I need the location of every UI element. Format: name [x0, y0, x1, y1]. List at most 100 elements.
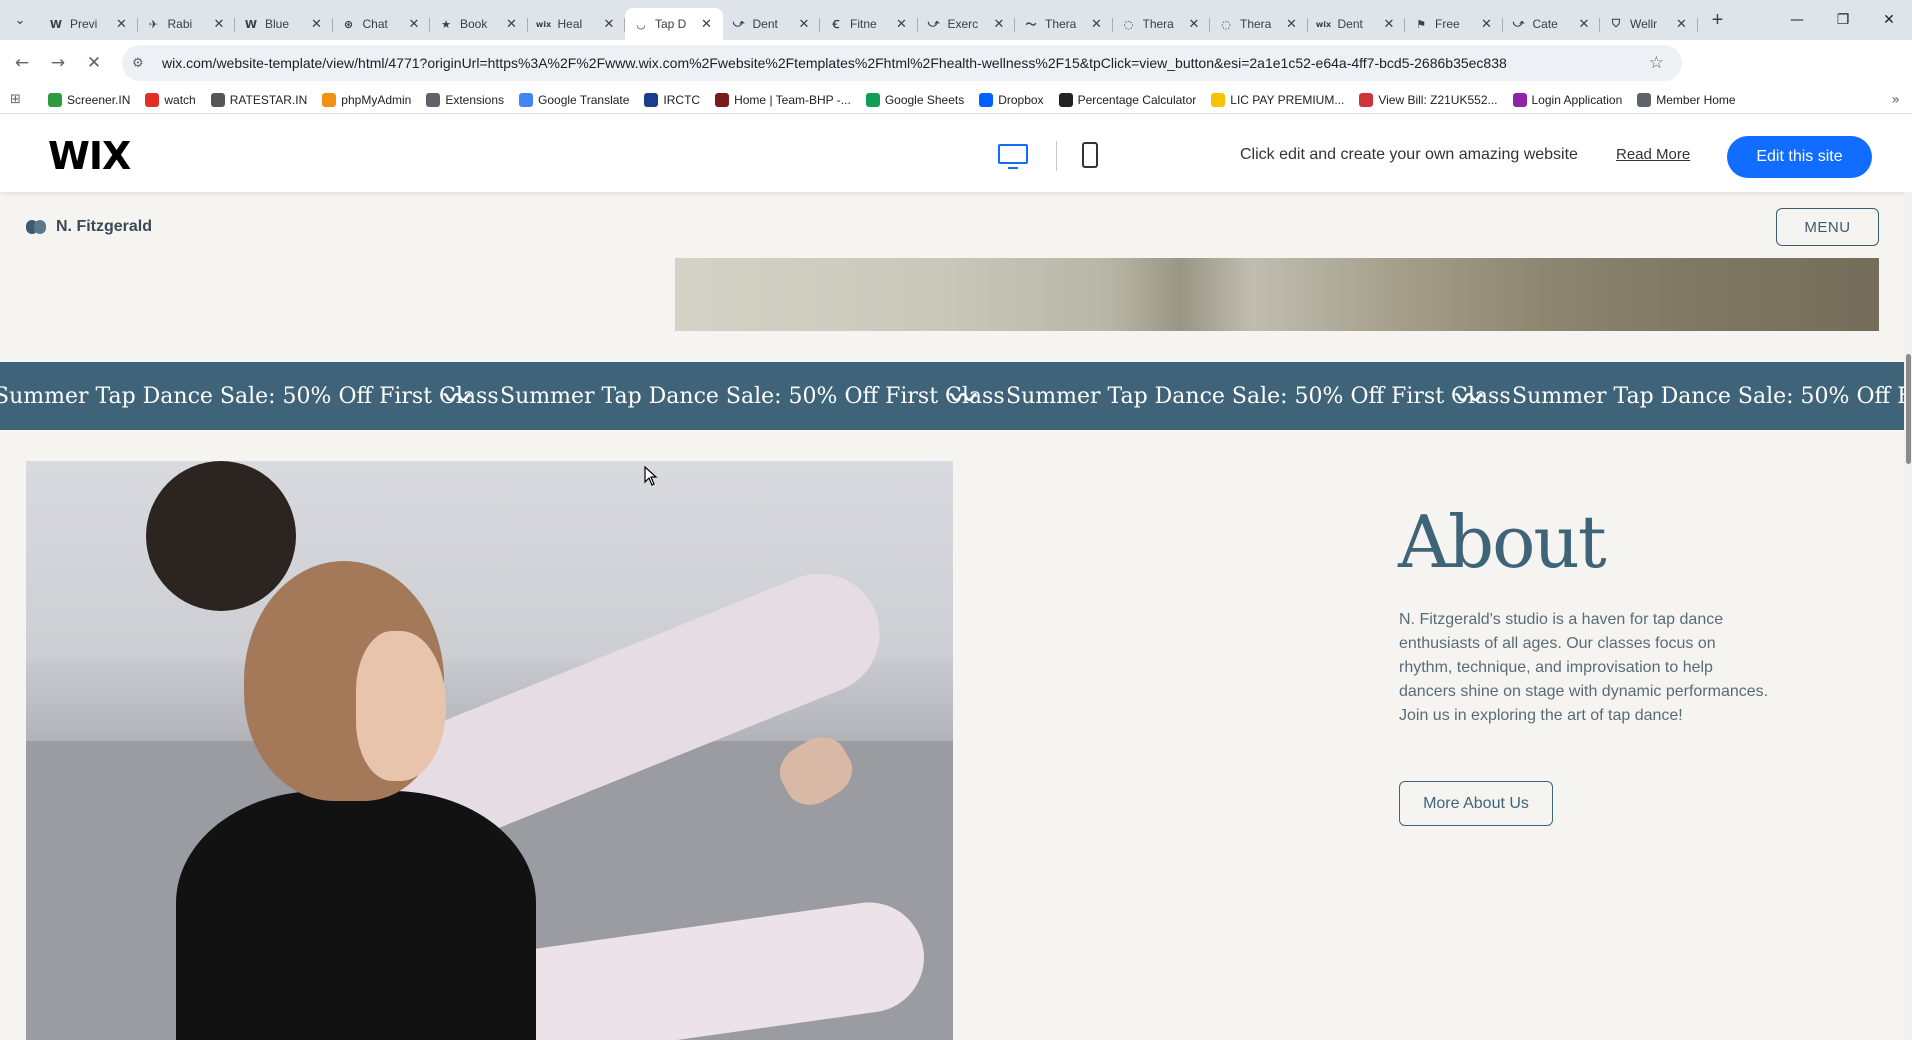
more-about-us-button[interactable]: More About Us: [1399, 781, 1553, 826]
bookmark-item[interactable]: Home | Team-BHP -...: [715, 92, 851, 107]
marquee-item: Summer Tap Dance Sale: 50% Off First Cla…: [500, 378, 1006, 415]
tab-close-icon[interactable]: ✕: [114, 17, 130, 32]
tab-close-icon[interactable]: ✕: [504, 17, 520, 32]
bookmark-item[interactable]: Login Application: [1512, 92, 1623, 107]
browser-tab[interactable]: ⤻ Dent ✕: [723, 8, 821, 40]
tab-title: Thera: [1142, 17, 1174, 31]
more-bookmarks-icon[interactable]: »: [1891, 92, 1900, 108]
address-bar[interactable]: ⚙ wix.com/website-template/view/html/477…: [122, 45, 1682, 81]
tab-favicon-icon: ◌: [1123, 17, 1134, 31]
site-brand[interactable]: N. Fitzgerald: [26, 218, 152, 236]
dance-class-photo: [26, 461, 953, 1040]
desktop-view-icon[interactable]: [998, 144, 1028, 169]
bookmark-favicon-icon: [865, 92, 880, 107]
brand-logo-icon: [26, 219, 48, 235]
browser-tab[interactable]: W Previ ✕: [40, 8, 138, 40]
tab-favicon-icon: W: [49, 17, 63, 31]
tab-title: Dent: [1337, 17, 1363, 31]
tab-favicon-icon: ⊛: [343, 17, 354, 31]
tab-close-icon[interactable]: ✕: [1479, 17, 1495, 32]
tab-close-icon[interactable]: ✕: [1186, 17, 1202, 32]
bookmark-item[interactable]: Percentage Calculator: [1058, 92, 1196, 107]
tab-close-icon[interactable]: ✕: [1576, 17, 1592, 32]
mobile-view-icon[interactable]: [1082, 142, 1098, 168]
edit-site-button[interactable]: Edit this site: [1727, 136, 1872, 178]
bookmark-label: Login Application: [1531, 92, 1623, 107]
browser-tab[interactable]: ◌ Thera ✕: [1210, 8, 1308, 40]
bookmark-label: Screener.IN: [67, 92, 131, 107]
stop-loading-icon[interactable]: ✕: [76, 45, 112, 81]
bookmark-item[interactable]: watch: [145, 92, 196, 107]
marquee-text: Summer Tap Dance Sale: 50% Off First Cla…: [1512, 383, 1912, 409]
browser-tab[interactable]: ★ Book ✕: [430, 8, 528, 40]
tab-title: Book: [460, 17, 488, 31]
tab-favicon-icon: ⛉: [1611, 17, 1621, 30]
browser-tab[interactable]: ◌ Thera ✕: [1113, 8, 1211, 40]
browser-tab[interactable]: ⊛ Chat ✕: [333, 8, 431, 40]
bookmark-favicon-icon: [322, 92, 337, 107]
tab-title: Blue: [265, 17, 290, 31]
bookmark-label: Home | Team-BHP -...: [734, 92, 851, 107]
browser-tab[interactable]: ⤻ Exerc ✕: [918, 8, 1016, 40]
tab-close-icon[interactable]: ✕: [796, 17, 812, 32]
browser-tab[interactable]: ◡ Tap D ✕: [625, 8, 723, 40]
marquee-text: Summer Tap Dance Sale: 50% Off First Cla…: [0, 383, 499, 409]
bookmark-item[interactable]: LIC PAY PREMIUM...: [1211, 92, 1344, 107]
read-more-link[interactable]: Read More: [1616, 146, 1690, 163]
bookmark-item[interactable]: Dropbox: [979, 92, 1044, 107]
restore-icon[interactable]: ❐: [1820, 0, 1866, 40]
tab-close-icon[interactable]: ✕: [1089, 17, 1105, 32]
bookmark-item[interactable]: RATESTAR.IN: [210, 92, 307, 107]
minimize-icon[interactable]: —: [1774, 0, 1820, 40]
tab-list: W Previ ✕ ✈ Rabi ✕ W Blue ✕ ⊛ Chat ✕ ★ Book ✕ wix Heal ✕ ◡…: [40, 0, 1698, 40]
tab-close-icon[interactable]: ✕: [1284, 17, 1300, 32]
tab-close-icon[interactable]: ✕: [699, 17, 715, 32]
tab-favicon-icon: Ꞓ: [832, 17, 840, 31]
browser-tab[interactable]: wix Heal ✕: [528, 8, 626, 40]
bookmark-item[interactable]: Extensions: [426, 92, 504, 107]
marquee-text: Summer Tap Dance Sale: 50% Off First Cla…: [1006, 383, 1511, 409]
bookmark-item[interactable]: Member Home: [1637, 92, 1736, 107]
bookmark-item[interactable]: Google Sheets: [865, 92, 964, 107]
browser-tab[interactable]: ⤻ Cate ✕: [1503, 8, 1601, 40]
tab-close-icon[interactable]: ✕: [894, 17, 910, 32]
bookmark-item[interactable]: phpMyAdmin: [322, 92, 411, 107]
about-heading: About: [1398, 500, 1607, 584]
browser-tab[interactable]: wix Dent ✕: [1308, 8, 1406, 40]
tab-close-icon[interactable]: ✕: [991, 17, 1007, 32]
forward-icon[interactable]: →: [40, 45, 76, 81]
bookmark-label: Google Translate: [538, 92, 630, 107]
page-scrollbar[interactable]: [1904, 192, 1912, 1040]
url-text[interactable]: wix.com/website-template/view/html/4771?…: [162, 55, 1602, 71]
scrollbar-thumb[interactable]: [1906, 354, 1911, 464]
browser-tab-strip: ⌄ W Previ ✕ ✈ Rabi ✕ W Blue ✕ ⊛ Chat ✕ ★ Book ✕ wix Heal…: [0, 0, 1912, 40]
site-info-icon[interactable]: ⚙: [132, 56, 154, 71]
tab-close-icon[interactable]: ✕: [1674, 17, 1690, 32]
new-tab-button[interactable]: +: [1702, 4, 1734, 36]
tab-close-icon[interactable]: ✕: [601, 17, 617, 32]
bookmark-item[interactable]: Screener.IN: [48, 92, 131, 107]
browser-tab[interactable]: ⚑ Free ✕: [1405, 8, 1503, 40]
bookmark-item[interactable]: View Bill: Z21UK552...: [1359, 92, 1498, 107]
bookmark-item[interactable]: Google Translate: [519, 92, 630, 107]
tab-close-icon[interactable]: ✕: [1381, 17, 1397, 32]
close-window-icon[interactable]: ✕: [1866, 0, 1912, 40]
browser-tab[interactable]: ⛉ Wellr ✕: [1600, 8, 1698, 40]
bookmark-item[interactable]: IRCTC: [644, 92, 700, 107]
browser-tab[interactable]: ✈ Rabi ✕: [138, 8, 236, 40]
tab-title: Previ: [70, 17, 98, 31]
tab-close-icon[interactable]: ✕: [406, 17, 422, 32]
apps-grid-icon[interactable]: ⊞: [10, 92, 28, 107]
browser-tab[interactable]: W Blue ✕: [235, 8, 333, 40]
bookmark-favicon-icon: [715, 92, 730, 107]
bookmark-star-icon[interactable]: ☆: [1649, 53, 1664, 73]
tab-search-icon[interactable]: ⌄: [0, 0, 40, 40]
wix-logo[interactable]: WIX: [48, 134, 131, 178]
browser-tab[interactable]: Ꞓ Fitne ✕: [820, 8, 918, 40]
back-icon[interactable]: ←: [4, 45, 40, 81]
tab-close-icon[interactable]: ✕: [309, 17, 325, 32]
browser-tab[interactable]: 〜 Thera ✕: [1015, 8, 1113, 40]
tab-close-icon[interactable]: ✕: [211, 17, 227, 32]
menu-button[interactable]: MENU: [1776, 208, 1879, 246]
bookmark-favicon-icon: [1211, 92, 1226, 107]
